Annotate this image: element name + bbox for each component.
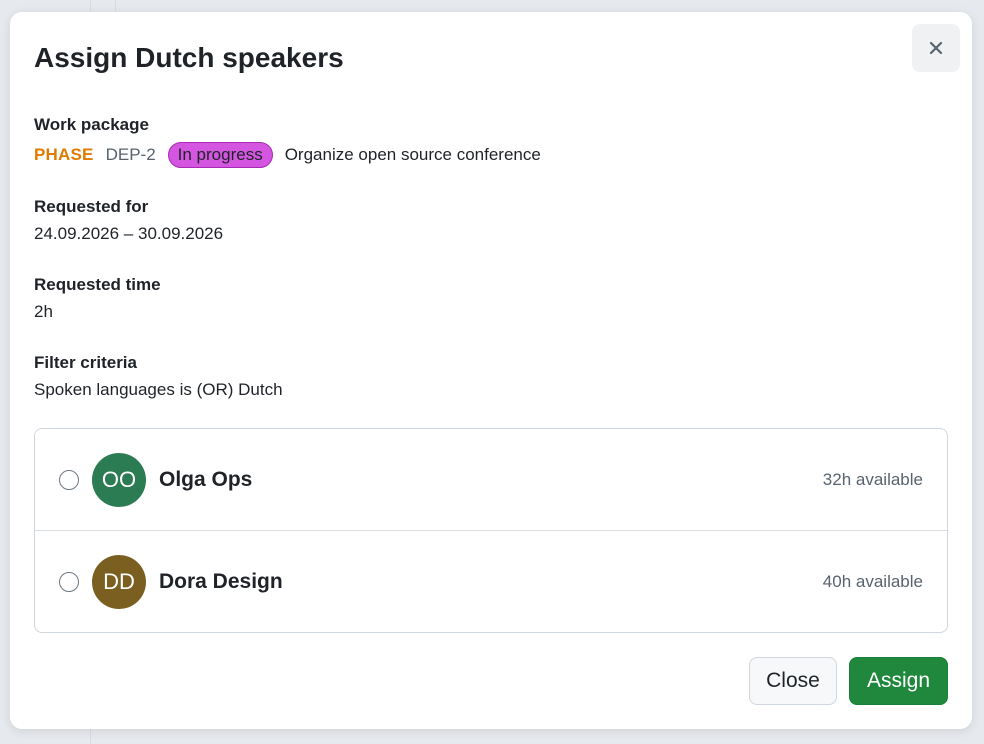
user-radio[interactable] <box>59 469 79 490</box>
avatar: OO <box>92 452 146 507</box>
requested-for-value: 24.09.2026 – 30.09.2026 <box>34 224 224 243</box>
user-name: Olga Ops <box>159 467 253 491</box>
background-divider <box>115 0 116 12</box>
user-list: OO Olga Ops 32h available DD Dora Design… <box>34 428 948 633</box>
assign-button[interactable]: Assign <box>849 657 948 705</box>
requested-time-value: 2h <box>34 302 53 321</box>
work-package-type: PHASE <box>34 145 94 164</box>
work-package-subject[interactable]: Organize open source conference <box>285 145 541 165</box>
close-icon <box>929 41 943 55</box>
user-availability: 40h available <box>822 571 923 591</box>
status-badge: In progress <box>167 142 273 168</box>
user-row-dora-design[interactable]: DD Dora Design 40h available <box>35 530 947 632</box>
avatar: DD <box>92 554 146 609</box>
work-package-label: Work package <box>34 115 149 134</box>
filter-criteria-section: Filter criteria Spoken languages is (OR)… <box>34 352 283 401</box>
assign-dialog: Assign Dutch speakers Work package PHASE… <box>10 12 972 729</box>
work-package-id[interactable]: DEP-2 <box>106 145 156 165</box>
filter-criteria-value: Spoken languages is (OR) Dutch <box>34 380 283 399</box>
user-availability: 32h available <box>822 469 923 489</box>
user-row-olga-ops[interactable]: OO Olga Ops 32h available <box>35 429 947 530</box>
user-name: Dora Design <box>159 569 283 593</box>
requested-time-label: Requested time <box>34 275 161 294</box>
user-radio[interactable] <box>59 571 79 592</box>
filter-criteria-label: Filter criteria <box>34 353 137 372</box>
requested-for-label: Requested for <box>34 197 149 216</box>
requested-for-section: Requested for 24.09.2026 – 30.09.2026 <box>34 196 223 245</box>
close-button[interactable]: Close <box>749 657 837 705</box>
dialog-title: Assign Dutch speakers <box>34 42 344 73</box>
requested-time-section: Requested time 2h <box>34 274 161 323</box>
work-package-section: Work package PHASE DEP-2 In progress Org… <box>34 114 541 169</box>
dialog-close-button[interactable] <box>912 24 960 72</box>
work-package-row: PHASE DEP-2 In progress Organize open so… <box>34 141 541 169</box>
